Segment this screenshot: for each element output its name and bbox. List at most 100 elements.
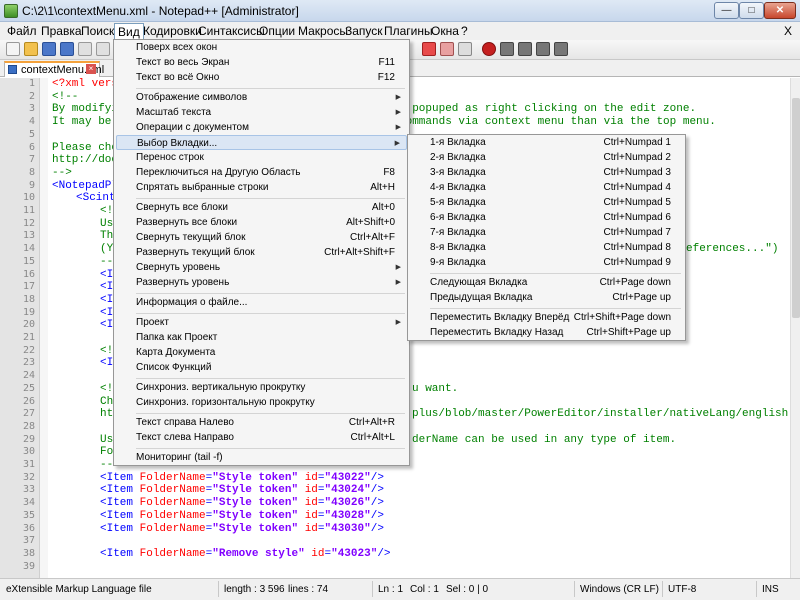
record-macro-icon[interactable] (482, 42, 496, 56)
save-icon[interactable] (42, 42, 56, 56)
close-file-icon[interactable] (78, 42, 92, 56)
menu-prev-tab[interactable]: Предыдущая Вкладка Ctrl+Page up (410, 290, 683, 305)
menu-search[interactable]: Поиск (78, 23, 117, 40)
menu-project[interactable]: Проект ▶ (116, 315, 407, 330)
menu-hide-lines[interactable]: Спрятать выбранные строки Alt+H (116, 180, 407, 195)
menu-unfold-current[interactable]: Развернуть текущий блок Ctrl+Alt+Shift+F (116, 245, 407, 260)
menu-rtl[interactable]: Текст справа Налево Ctrl+Alt+R (116, 415, 407, 430)
status-bar: eXtensible Markup Language file length :… (0, 578, 800, 600)
fold-margin[interactable] (40, 78, 48, 578)
menu-tab-5[interactable]: 5-я Вкладка Ctrl+Numpad 5 (410, 195, 683, 210)
maximize-button[interactable]: □ (739, 2, 764, 19)
menu-function-list[interactable]: Список Функций (116, 360, 407, 375)
status-insert-mode[interactable]: INS (762, 584, 779, 595)
menu-item-label: 3-я Вкладка (430, 167, 486, 178)
menu-options[interactable]: Опции (256, 23, 298, 40)
function-list-icon[interactable] (422, 42, 436, 56)
code-line-4: It may be (52, 116, 112, 129)
status-file-type: eXtensible Markup Language file (6, 584, 152, 595)
menu-tab-4[interactable]: 4-я Вкладка Ctrl+Numpad 4 (410, 180, 683, 195)
line-number: 14 (22, 243, 35, 255)
menu-move-tab-backward[interactable]: Переместить Вкладку Назад Ctrl+Shift+Page… (410, 325, 683, 340)
save-all-icon[interactable] (60, 42, 74, 56)
line-number: 33 (22, 484, 35, 496)
play-macro-icon[interactable] (518, 42, 532, 56)
menu-ltr[interactable]: Текст слева Направо Ctrl+Alt+L (116, 430, 407, 445)
stop-macro-icon[interactable] (500, 42, 514, 56)
status-lines: lines : 74 (288, 584, 329, 595)
menu-fold-level[interactable]: Свернуть уровень ▶ (116, 260, 407, 275)
menu-tab-8[interactable]: 8-я Вкладка Ctrl+Numpad 8 (410, 240, 683, 255)
menu-run[interactable]: Запуск (342, 23, 386, 40)
menu-fold-current[interactable]: Свернуть текущий блок Ctrl+Alt+F (116, 230, 407, 245)
menu-tab-3[interactable]: 3-я Вкладка Ctrl+Numpad 3 (410, 165, 683, 180)
menu-item-label: 5-я Вкладка (430, 197, 486, 208)
menu-unfold-level[interactable]: Развернуть уровень ▶ (116, 275, 407, 290)
menu-fold-all[interactable]: Свернуть все блоки Alt+0 (116, 200, 407, 215)
menu-item-label: Поверх всех окон (136, 42, 218, 53)
submenu-arrow-icon: ▶ (395, 264, 401, 271)
menu-window[interactable]: Окна (428, 23, 462, 40)
menu-switch-view[interactable]: Переключиться на Другую Область F8 (116, 165, 407, 180)
menu-move-tab-forward[interactable]: Переместить Вкладку Вперёд Ctrl+Shift+Pag… (410, 310, 683, 325)
menu-next-tab[interactable]: Следующая Вкладка Ctrl+Page down (410, 275, 683, 290)
monitoring-icon[interactable] (458, 42, 472, 56)
menu-file[interactable]: Файл (4, 23, 40, 40)
menu-zoom[interactable]: Масштаб текста ▶ (116, 105, 407, 120)
save-macro-icon[interactable] (554, 42, 568, 56)
menu-tab-6[interactable]: 6-я Вкладка Ctrl+Numpad 6 (410, 210, 683, 225)
menu-summary[interactable]: Информация о файле... (116, 295, 407, 310)
menu-item-label: Текст во весь Экран (136, 57, 230, 68)
menu-post-it[interactable]: Текст во всё Окно F12 (116, 70, 407, 85)
play-multiple-icon[interactable] (536, 42, 550, 56)
status-selection: Sel : 0 | 0 (446, 584, 489, 595)
menu-item-label: Текст во всё Окно (136, 72, 220, 83)
menu-always-on-top[interactable]: Поверх всех окон (116, 40, 407, 55)
close-document-icon[interactable]: X (784, 24, 792, 38)
close-button[interactable]: ✕ (764, 2, 796, 19)
print-icon[interactable] (96, 42, 110, 56)
submenu-arrow-icon: ▶ (395, 109, 401, 116)
menu-show-symbol[interactable]: Отображение символов ▶ (116, 90, 407, 105)
menu-unfold-all[interactable]: Развернуть все блоки Alt+Shift+0 (116, 215, 407, 230)
code-line-6: Please che (52, 141, 119, 154)
menu-folder-as-workspace[interactable]: Папка как Проект (116, 330, 407, 345)
scrollbar-thumb[interactable] (792, 98, 800, 318)
status-encoding[interactable]: UTF-8 (668, 584, 696, 595)
menu-document-operations[interactable]: Операции с документом ▶ (116, 120, 407, 135)
vertical-scrollbar[interactable] (790, 78, 800, 578)
line-number: 24 (22, 370, 35, 382)
status-eol[interactable]: Windows (CR LF) (580, 584, 659, 595)
xml-attr: FolderName (139, 522, 206, 535)
line-number: 16 (22, 268, 35, 280)
menu-tab-7[interactable]: 7-я Вкладка Ctrl+Numpad 7 (410, 225, 683, 240)
tab-close-icon[interactable]: × (86, 64, 96, 74)
menu-help[interactable]: ? (458, 23, 471, 40)
open-file-icon[interactable] (24, 42, 38, 56)
xml-value: "Style token" (212, 522, 299, 535)
code-line-22: <! (100, 344, 114, 357)
menu-tab-1[interactable]: 1-я Вкладка Ctrl+Numpad 1 (410, 135, 683, 150)
menu-sync-vertical-scroll[interactable]: Синхрониз. вертикальную прокрутку (116, 380, 407, 395)
menu-item-label: 1-я Вкладка (430, 137, 486, 148)
submenu-arrow-icon: ▶ (395, 124, 401, 131)
new-file-icon[interactable] (6, 42, 20, 56)
menu-monitoring[interactable]: Мониторинг (tail -f) (116, 450, 407, 465)
menu-bar: Файл Правка Поиск Вид Кодировки Синтакси… (0, 22, 800, 41)
line-number: 1 (28, 78, 35, 89)
code-line-18: <I (100, 293, 114, 306)
menu-word-wrap[interactable]: Перенос строк (116, 150, 407, 165)
tab-contextmenu-xml[interactable]: contextMenu.xml × (4, 61, 104, 77)
minimize-button[interactable]: — (714, 2, 739, 19)
menu-sync-horizontal-scroll[interactable]: Синхрониз. горизонтальную прокрутку (116, 395, 407, 410)
menu-fullscreen[interactable]: Текст во весь Экран F11 (116, 55, 407, 70)
code-line-11: <! (100, 205, 114, 217)
code-line-3: By modifyi (52, 103, 119, 116)
menu-document-map[interactable]: Карта Документа (116, 345, 407, 360)
menu-tab-9[interactable]: 9-я Вкладка Ctrl+Numpad 9 (410, 255, 683, 270)
menu-tab-2[interactable]: 2-я Вкладка Ctrl+Numpad 2 (410, 150, 683, 165)
menu-tab-select[interactable]: Выбор Вкладки... ▶ (116, 135, 407, 150)
code-item-line: <Item FolderName="Style token" id="43024… (100, 484, 384, 497)
folder-as-workspace-icon[interactable] (440, 42, 454, 56)
menu-item-label: 6-я Вкладка (430, 212, 486, 223)
